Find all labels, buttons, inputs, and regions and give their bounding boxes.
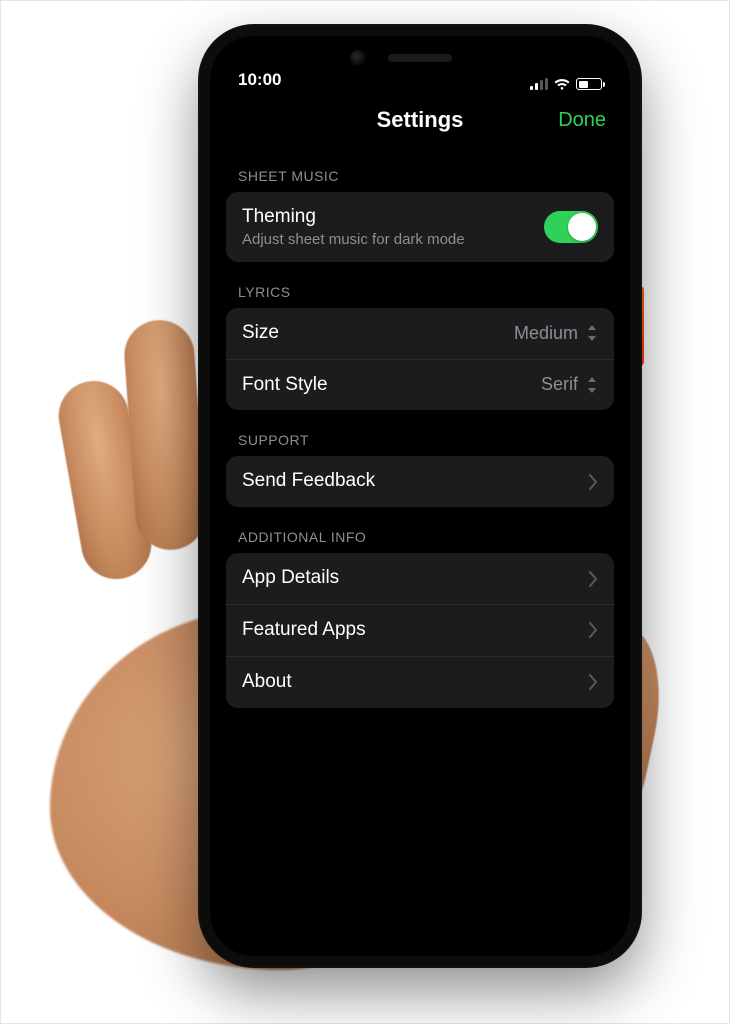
row-lyrics-font-title: Font Style [242, 374, 541, 397]
row-about-title: About [242, 671, 588, 694]
row-send-feedback[interactable]: Send Feedback [226, 456, 614, 507]
chevron-right-icon [588, 571, 598, 587]
settings-content: SHEET MUSIC Theming Adjust sheet music f… [212, 146, 628, 728]
cellular-signal-icon [530, 78, 548, 90]
theming-toggle[interactable] [544, 211, 598, 243]
phone-frame: 10:00 [200, 26, 640, 966]
chevron-right-icon [588, 474, 598, 490]
phone-front-camera [350, 50, 366, 66]
row-theming[interactable]: Theming Adjust sheet music for dark mode [226, 192, 614, 262]
section-header-additional: ADDITIONAL INFO [226, 507, 614, 553]
section-header-support: SUPPORT [226, 410, 614, 456]
row-lyrics-size[interactable]: Size Medium [226, 308, 614, 359]
battery-icon [576, 78, 602, 90]
status-time: 10:00 [238, 70, 281, 90]
navigation-bar: Settings Done [212, 94, 628, 146]
wifi-icon [554, 78, 570, 90]
phone-screen: 10:00 [212, 38, 628, 954]
group-additional: App Details Featured Apps [226, 553, 614, 707]
row-featured-apps[interactable]: Featured Apps [226, 604, 614, 656]
group-lyrics: Size Medium Font Style [226, 308, 614, 411]
row-theming-subtitle: Adjust sheet music for dark mode [242, 231, 544, 248]
section-header-lyrics: LYRICS [226, 262, 614, 308]
chevron-right-icon [588, 622, 598, 638]
row-lyrics-size-title: Size [242, 322, 514, 345]
page-title: Settings [377, 107, 464, 133]
updown-chevron-icon [586, 376, 598, 394]
row-send-feedback-title: Send Feedback [242, 470, 588, 493]
section-header-sheet-music: SHEET MUSIC [226, 146, 614, 192]
row-lyrics-font-value: Serif [541, 374, 578, 395]
row-lyrics-size-value: Medium [514, 323, 578, 344]
row-featured-apps-title: Featured Apps [242, 619, 588, 642]
updown-chevron-icon [586, 324, 598, 342]
row-about[interactable]: About [226, 656, 614, 708]
row-theming-title: Theming [242, 206, 544, 229]
row-app-details[interactable]: App Details [226, 553, 614, 604]
row-app-details-title: App Details [242, 567, 588, 590]
group-support: Send Feedback [226, 456, 614, 507]
done-button[interactable]: Done [558, 109, 606, 132]
phone-speaker [388, 54, 452, 62]
group-sheet-music: Theming Adjust sheet music for dark mode [226, 192, 614, 262]
phone-power-button [638, 286, 644, 366]
row-lyrics-font[interactable]: Font Style Serif [226, 359, 614, 411]
chevron-right-icon [588, 674, 598, 690]
